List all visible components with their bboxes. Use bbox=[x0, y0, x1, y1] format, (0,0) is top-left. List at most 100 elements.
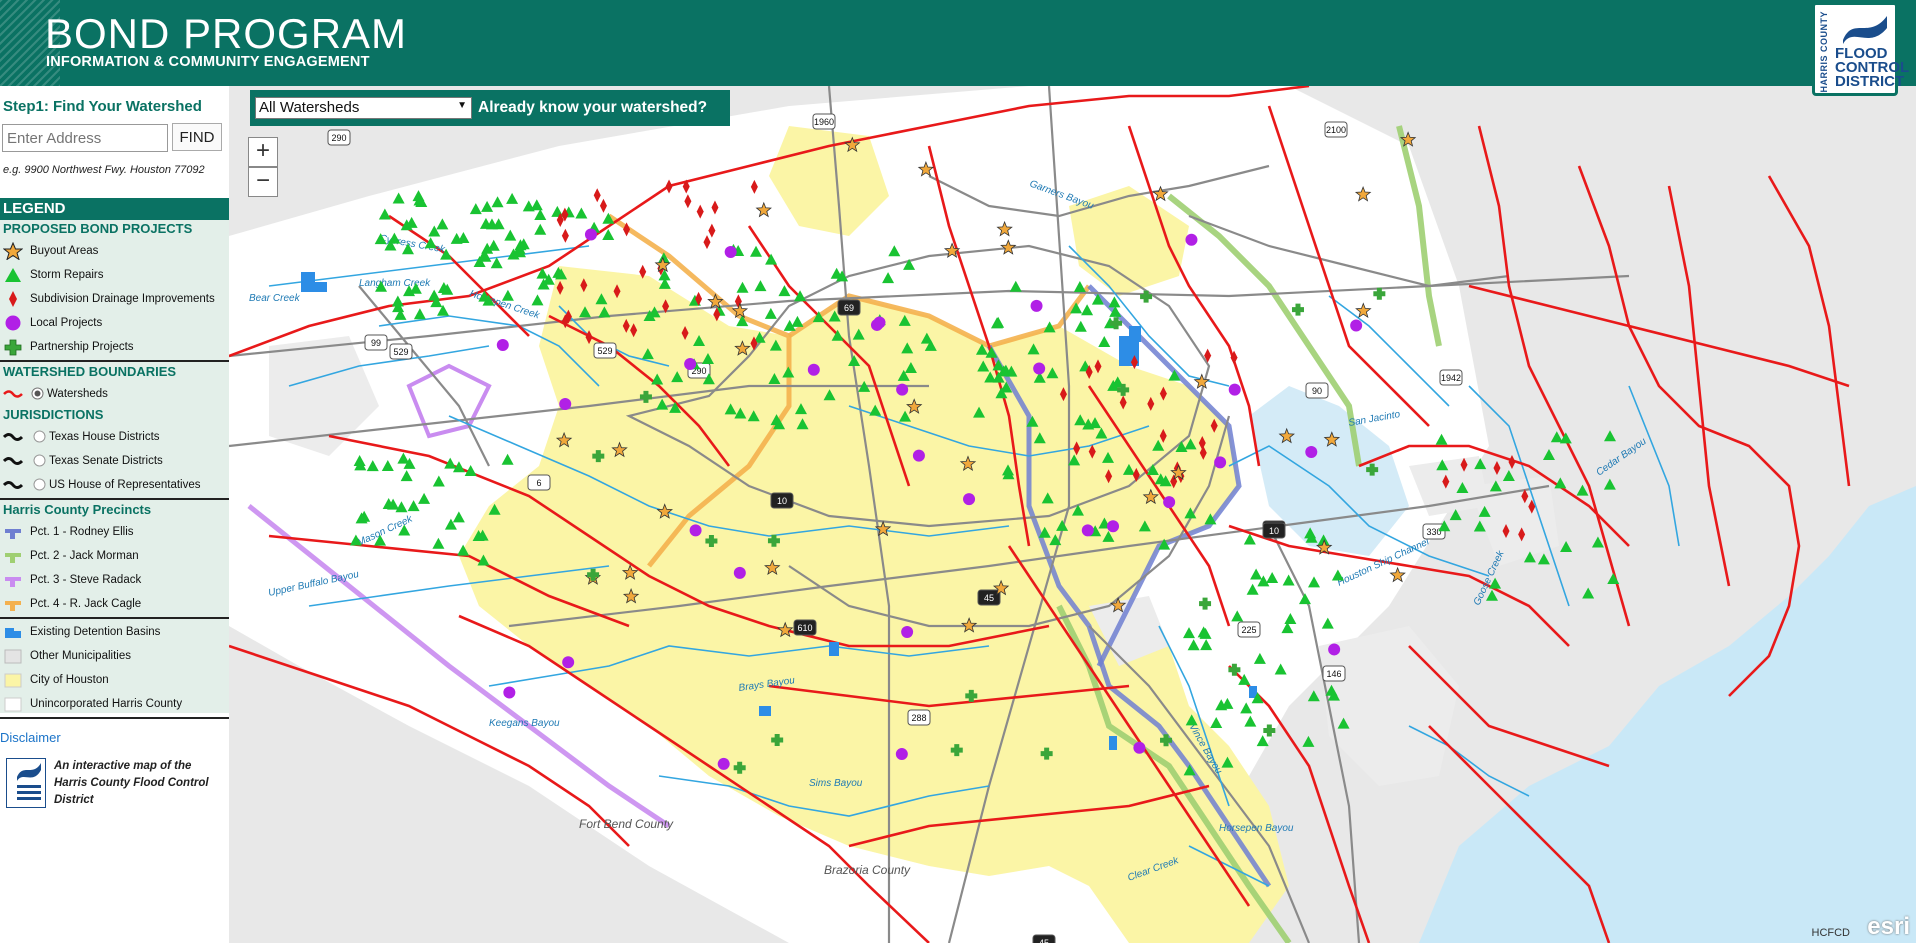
local-project-marker[interactable] bbox=[1350, 319, 1363, 332]
local-project-marker[interactable] bbox=[503, 686, 516, 699]
highway-shield: 1942 bbox=[1439, 369, 1463, 386]
hcfcd-logo[interactable]: HARRIS COUNTY FLOOD CONTROL DISTRICT bbox=[1812, 2, 1909, 96]
local-project-marker[interactable] bbox=[1305, 445, 1318, 458]
local-project-marker[interactable] bbox=[724, 246, 737, 259]
local-project-marker[interactable] bbox=[870, 318, 883, 331]
langham-creek-label: Langham Creek bbox=[359, 278, 431, 289]
sims-bayou-label: Sims Bayou bbox=[809, 778, 863, 789]
pct1-swatch-icon bbox=[5, 529, 21, 539]
highway-shield: 69 bbox=[837, 299, 861, 316]
esri-logo: esri bbox=[1867, 913, 1910, 940]
map-attribution: HCFCD bbox=[1811, 927, 1851, 939]
legend-section-watershed: WATERSHED BOUNDARIES bbox=[3, 364, 177, 379]
svg-text:10: 10 bbox=[777, 496, 787, 506]
horsepen-bayou-label: Horsepen Bayou bbox=[1219, 823, 1294, 834]
legend-section-proposed: PROPOSED BOND PROJECTS bbox=[3, 221, 193, 236]
sidebar: Step1: Find Your Watershed FIND e.g. 990… bbox=[0, 86, 229, 943]
local-project-marker[interactable] bbox=[901, 626, 914, 639]
highway-shield: 2100 bbox=[1324, 121, 1348, 138]
bear-creek-label: Bear Creek bbox=[249, 293, 301, 304]
legend-item-tx-house[interactable]: Texas House Districts bbox=[0, 425, 229, 449]
legend-item-pct1[interactable]: Pct. 1 - Rodney Ellis bbox=[0, 520, 229, 544]
detention-swatch-icon bbox=[5, 628, 21, 638]
legend-item-tx-senate[interactable]: Texas Senate Districts bbox=[0, 449, 229, 473]
highway-shield: 146 bbox=[1322, 665, 1346, 682]
local-project-marker[interactable] bbox=[1107, 520, 1120, 533]
local-project-marker[interactable] bbox=[1214, 456, 1227, 469]
address-input[interactable] bbox=[2, 124, 168, 152]
local-project-marker[interactable] bbox=[1081, 524, 1094, 537]
map-view[interactable]: Fort Bend County Brazoria County Cypress… bbox=[229, 86, 1916, 943]
local-project-marker[interactable] bbox=[1328, 643, 1341, 656]
diamond-icon bbox=[9, 291, 17, 307]
disclaimer-link[interactable]: Disclaimer bbox=[0, 730, 61, 745]
red-line-icon bbox=[3, 390, 23, 398]
svg-text:290: 290 bbox=[331, 133, 346, 143]
yellow-swatch-icon bbox=[4, 673, 22, 688]
step1-title: Step1: Find Your Watershed bbox=[3, 98, 202, 115]
local-project-marker[interactable] bbox=[1185, 233, 1198, 246]
legend-item-partnership[interactable]: Partnership Projects bbox=[0, 335, 229, 359]
highway-shield: 1960 bbox=[812, 113, 836, 130]
find-button[interactable]: FIND bbox=[172, 123, 222, 151]
legend-item-watersheds[interactable]: Watersheds bbox=[0, 382, 229, 406]
local-project-marker[interactable] bbox=[963, 493, 976, 506]
local-project-marker[interactable] bbox=[912, 449, 925, 462]
legend-item-pct4[interactable]: Pct. 4 - R. Jack Cagle bbox=[0, 592, 229, 616]
legend-item-city[interactable]: City of Houston bbox=[0, 668, 229, 692]
zoom-in-button[interactable]: + bbox=[248, 137, 278, 167]
local-project-marker[interactable] bbox=[1033, 362, 1046, 375]
legend-item-storm[interactable]: Storm Repairs bbox=[0, 263, 229, 287]
black-line-icon bbox=[3, 433, 23, 441]
tx-house-radio[interactable] bbox=[33, 430, 46, 443]
local-project-marker[interactable] bbox=[807, 363, 820, 376]
local-project-marker[interactable] bbox=[562, 656, 575, 669]
legend-section-precincts: Harris County Precincts bbox=[3, 502, 152, 517]
svg-text:69: 69 bbox=[844, 303, 854, 313]
legend-item-pct3[interactable]: Pct. 3 - Steve Radack bbox=[0, 568, 229, 592]
page-title: BOND PROGRAM bbox=[45, 10, 408, 57]
flood-wave-icon bbox=[1843, 16, 1887, 44]
svg-text:90: 90 bbox=[1312, 386, 1322, 396]
watershed-prompt: Already know your watershed? bbox=[478, 99, 708, 116]
local-project-marker[interactable] bbox=[559, 398, 572, 411]
local-project-marker[interactable] bbox=[896, 383, 909, 396]
local-project-marker[interactable] bbox=[1030, 299, 1043, 312]
logo-county-text: HARRIS COUNTY bbox=[1819, 11, 1829, 93]
local-project-marker[interactable] bbox=[1228, 383, 1241, 396]
tx-senate-radio[interactable] bbox=[33, 454, 46, 467]
pct4-swatch-icon bbox=[5, 601, 21, 611]
svg-text:146: 146 bbox=[1326, 669, 1341, 679]
legend-item-us-house[interactable]: US House of Representatives bbox=[0, 473, 229, 497]
legend-item-subdivision[interactable]: Subdivision Drainage Improvements bbox=[0, 287, 229, 311]
local-project-marker[interactable] bbox=[584, 228, 597, 241]
map-canvas[interactable]: Fort Bend County Brazoria County Cypress… bbox=[229, 86, 1916, 943]
black-line-icon bbox=[3, 457, 23, 465]
local-project-marker[interactable] bbox=[496, 339, 509, 352]
legend-item-other-muni[interactable]: Other Municipalities bbox=[0, 644, 229, 668]
legend-item-unincorporated[interactable]: Unincorporated Harris County bbox=[0, 692, 229, 716]
legend-item-local[interactable]: Local Projects bbox=[0, 311, 229, 335]
us-house-radio[interactable] bbox=[33, 478, 46, 491]
zoom-out-button[interactable]: − bbox=[248, 167, 278, 197]
local-project-marker[interactable] bbox=[717, 757, 730, 770]
svg-text:2100: 2100 bbox=[1326, 125, 1346, 135]
local-project-marker[interactable] bbox=[733, 566, 746, 579]
pct2-swatch-icon bbox=[5, 553, 21, 563]
gray-swatch-icon bbox=[4, 649, 22, 664]
keegans-bayou-label: Keegans Bayou bbox=[489, 718, 560, 729]
watersheds-radio[interactable] bbox=[31, 387, 44, 400]
svg-text:330: 330 bbox=[1426, 527, 1441, 537]
local-project-marker[interactable] bbox=[684, 357, 697, 370]
local-project-marker[interactable] bbox=[689, 524, 702, 537]
legend-item-pct2[interactable]: Pct. 2 - Jack Morman bbox=[0, 544, 229, 568]
svg-text:45: 45 bbox=[1039, 938, 1049, 943]
local-project-marker[interactable] bbox=[1133, 741, 1146, 754]
local-project-marker[interactable] bbox=[1163, 496, 1176, 509]
highway-shield: 45 bbox=[977, 589, 1001, 606]
svg-text:1942: 1942 bbox=[1441, 373, 1461, 383]
legend-item-buyout[interactable]: Buyout Areas bbox=[0, 239, 229, 263]
legend-item-detention[interactable]: Existing Detention Basins bbox=[0, 620, 229, 644]
local-project-marker[interactable] bbox=[895, 748, 908, 761]
watershed-select[interactable]: All Watersheds ▼ bbox=[255, 97, 472, 119]
